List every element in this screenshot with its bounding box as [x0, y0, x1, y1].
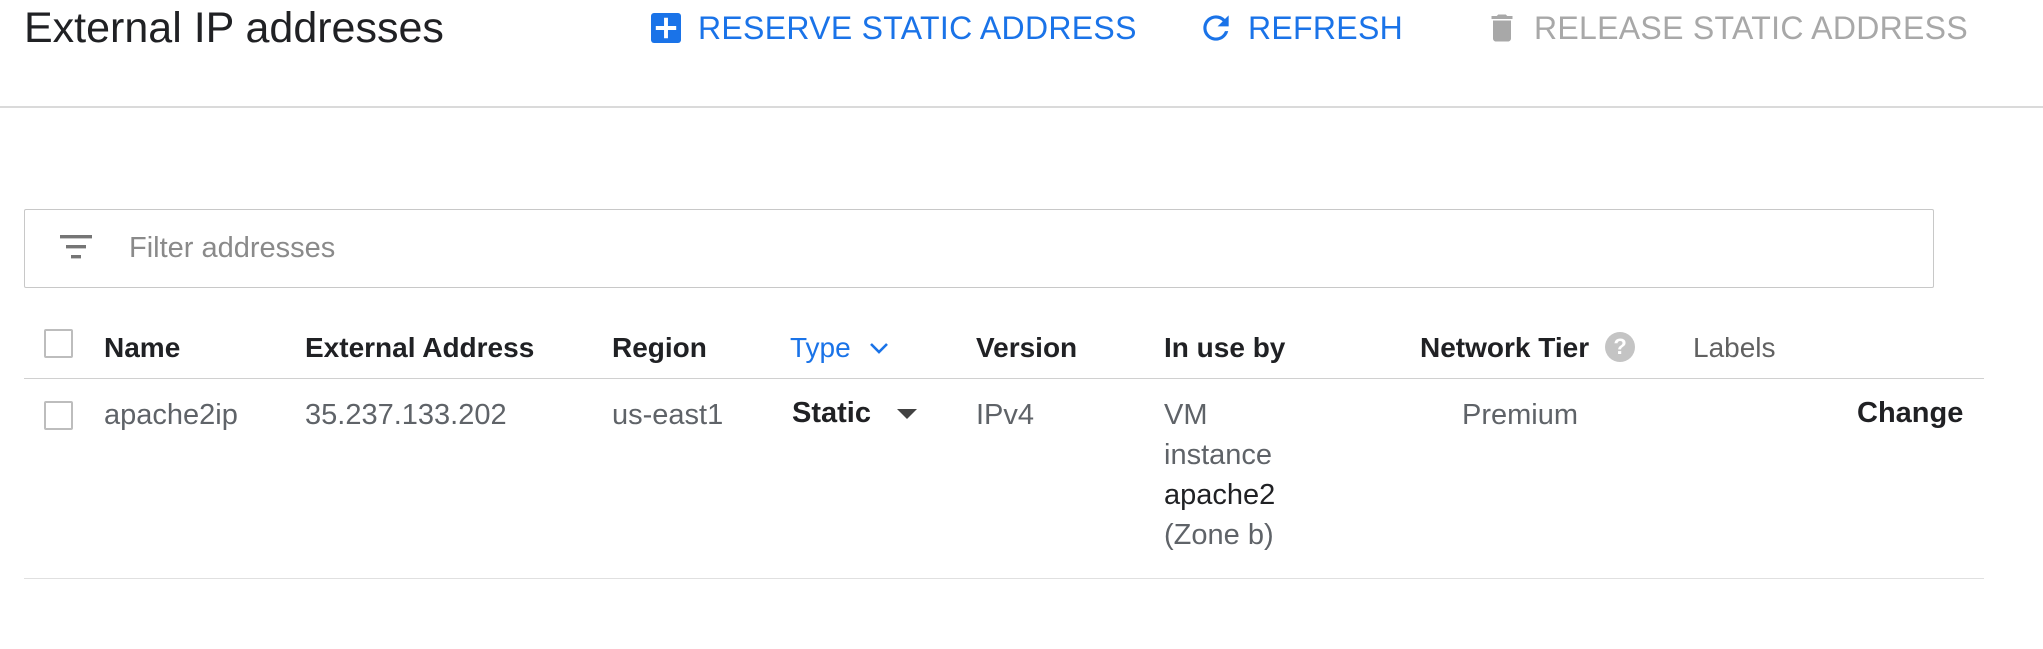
in-use-by-value: VM instance apache2 (Zone b) [1164, 395, 1275, 555]
table-header-row: Name External Address Region Type Versio… [24, 318, 1984, 379]
filter-addresses-input[interactable] [129, 224, 1909, 272]
column-header-version[interactable]: Version [976, 332, 1077, 364]
external-address-value: 35.237.133.202 [305, 399, 507, 431]
address-name: apache2ip [104, 399, 238, 431]
change-network-tier-link[interactable]: Change [1857, 397, 1963, 430]
version-value: IPv4 [976, 399, 1035, 431]
column-header-in-use-by[interactable]: In use by [1164, 332, 1285, 364]
page-header: External IP addresses RESERVE STATIC ADD… [0, 0, 2043, 108]
caret-down-icon [896, 408, 917, 419]
release-static-address-label: RELEASE STATIC ADDRESS [1534, 9, 1968, 46]
filter-bar [24, 209, 1934, 288]
column-header-network-tier[interactable]: Network Tier? [1420, 331, 1636, 365]
column-header-labels[interactable]: Labels [1693, 332, 1776, 364]
in-use-by-type-suffix: instance [1164, 439, 1273, 471]
in-use-by-type: VM [1164, 399, 1208, 431]
column-header-external-address[interactable]: External Address [305, 332, 534, 364]
column-header-network-tier-label: Network Tier [1420, 332, 1590, 363]
network-tier-value: Premium [1462, 399, 1579, 431]
column-header-name[interactable]: Name [104, 332, 180, 364]
in-use-by-zone: (Zone b) [1164, 519, 1274, 551]
refresh-label: REFRESH [1248, 9, 1404, 46]
column-header-type[interactable]: Type [790, 332, 890, 366]
table-row: apache2ip 35.237.133.202 us-east1 Static… [24, 379, 1984, 579]
add-box-icon [646, 8, 686, 48]
refresh-button[interactable]: REFRESH [1196, 6, 1403, 50]
type-dropdown[interactable]: Static [792, 397, 917, 430]
reserve-static-address-button[interactable]: RESERVE STATIC ADDRESS [646, 6, 1137, 50]
trash-icon [1482, 8, 1522, 48]
refresh-icon [1196, 8, 1236, 48]
filter-list-icon[interactable] [58, 232, 94, 262]
page-title: External IP addresses [24, 4, 444, 52]
select-all-checkbox[interactable] [44, 329, 73, 358]
reserve-static-address-label: RESERVE STATIC ADDRESS [698, 9, 1137, 46]
in-use-by-instance-link[interactable]: apache2 [1164, 475, 1275, 515]
column-header-type-label: Type [790, 332, 851, 363]
region-value: us-east1 [612, 399, 724, 431]
release-static-address-button[interactable]: RELEASE STATIC ADDRESS [1482, 6, 1968, 50]
row-select-checkbox[interactable] [44, 401, 73, 430]
chevron-down-icon [868, 330, 890, 362]
help-icon[interactable]: ? [1605, 331, 1636, 362]
type-dropdown-value: Static [792, 397, 871, 429]
column-header-region[interactable]: Region [612, 332, 707, 364]
